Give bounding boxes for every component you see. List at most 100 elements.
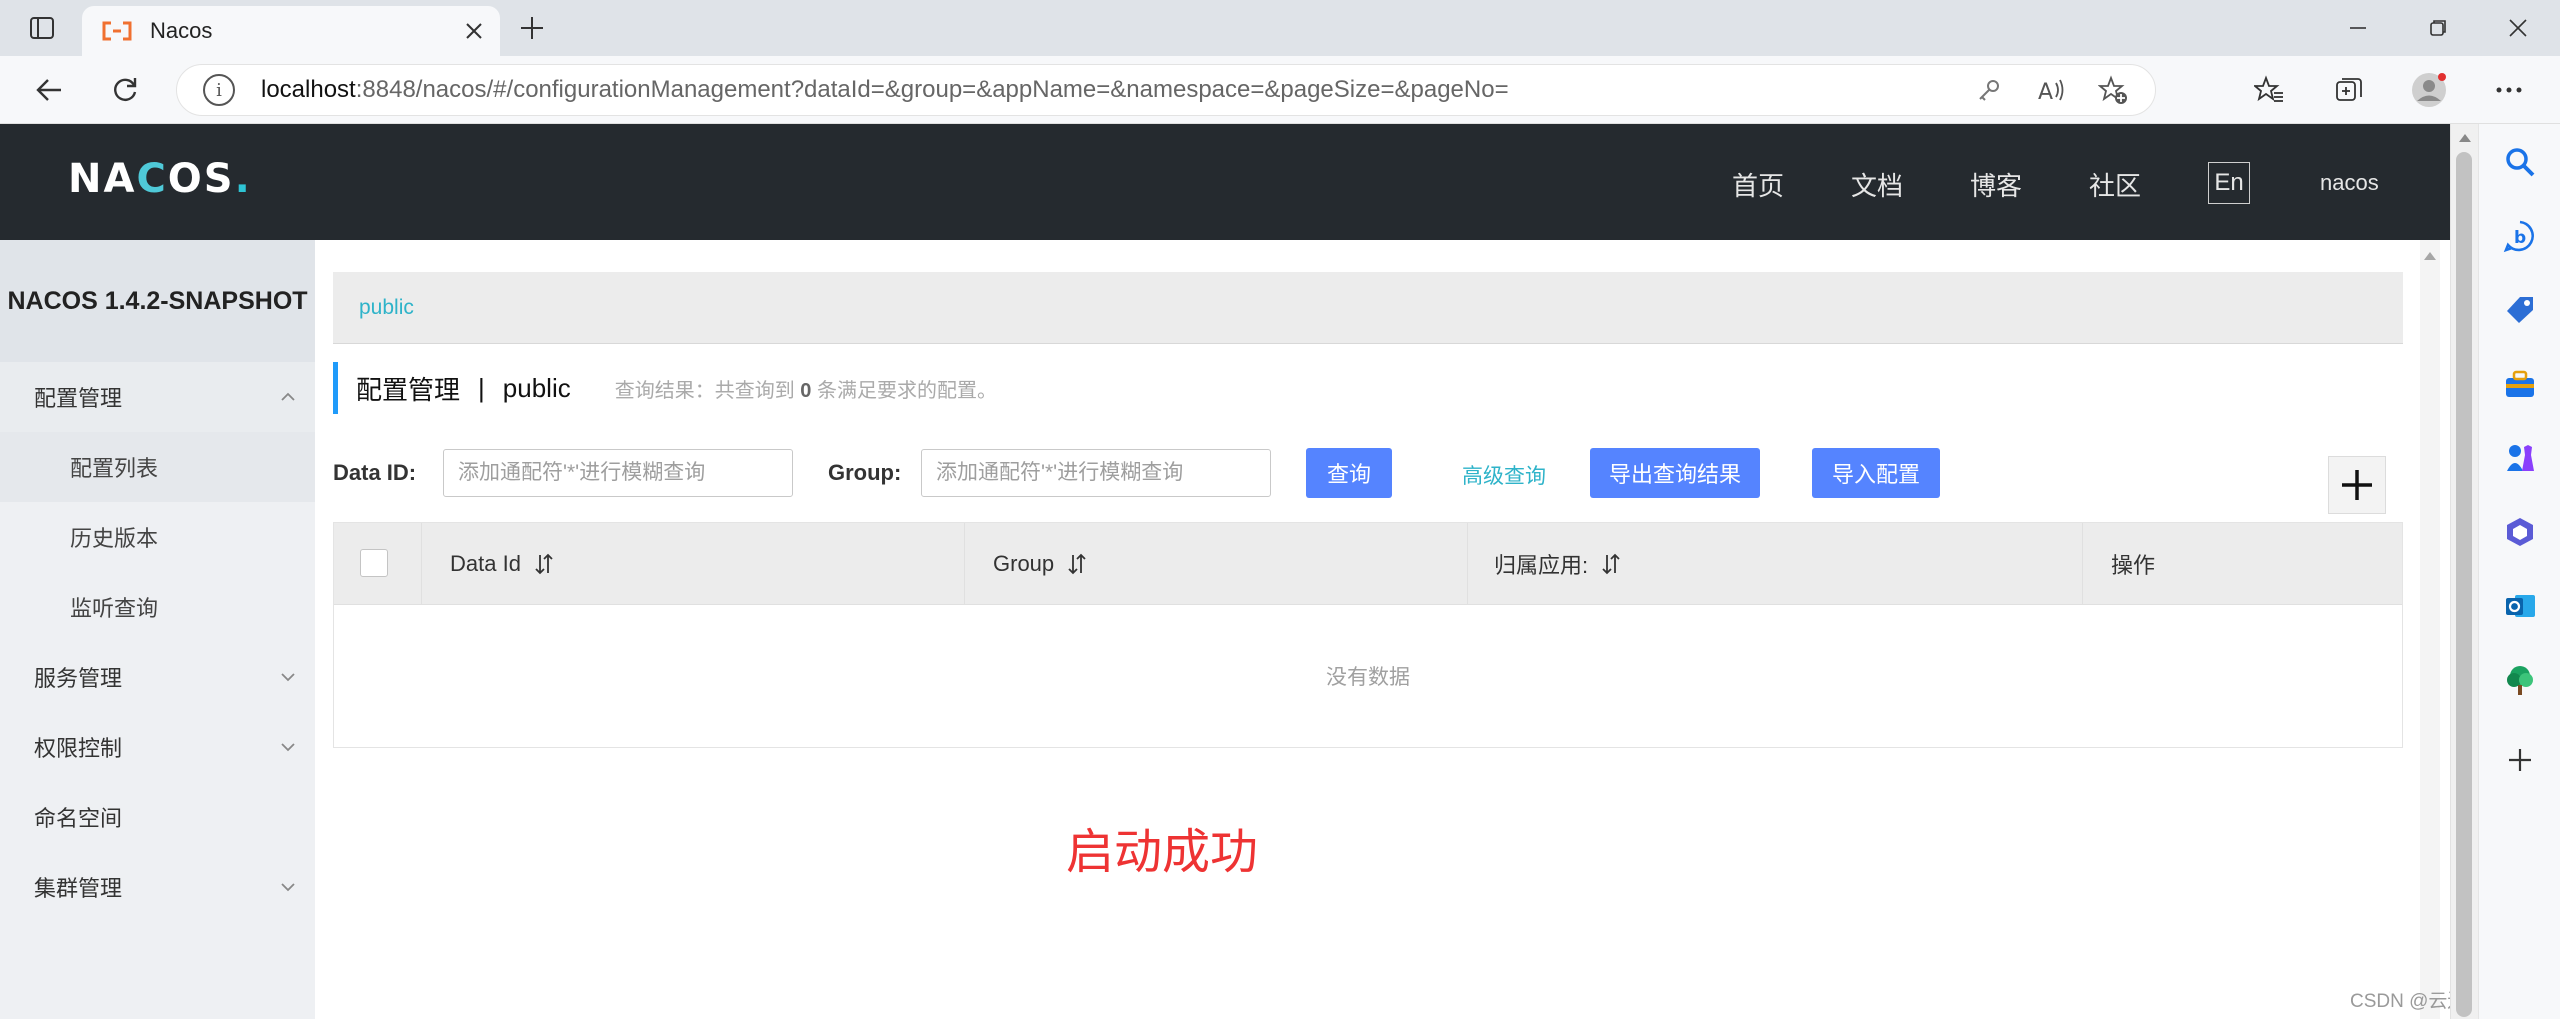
nav-home[interactable]: 首页 [1732, 166, 1784, 203]
add-sidebar-app-icon[interactable] [2500, 740, 2540, 780]
sort-icon[interactable] [1600, 552, 1622, 576]
more-menu-icon[interactable] [2486, 68, 2532, 112]
column-app[interactable]: 归属应用: [1467, 523, 2082, 605]
sidebar: NACOS 1.4.2-SNAPSHOT 配置管理 配置列表 历史版本 监听查询… [0, 240, 315, 1019]
nav-blog[interactable]: 博客 [1970, 166, 2022, 203]
favorites-icon[interactable] [2246, 68, 2292, 112]
dataid-search-input[interactable] [443, 449, 793, 497]
sidebar-item-label: 权限控制 [34, 736, 123, 761]
content-scrollbar[interactable] [2420, 240, 2440, 1019]
chevron-down-icon [281, 673, 295, 682]
export-results-button[interactable]: 导出查询结果 [1590, 448, 1760, 498]
add-config-button[interactable] [2328, 456, 2386, 514]
chevron-up-icon [281, 392, 295, 401]
column-data-id[interactable]: Data Id [421, 523, 964, 605]
reload-icon[interactable] [102, 68, 148, 112]
user-menu[interactable]: nacos [2320, 170, 2379, 196]
logo-text-na: NA [68, 156, 137, 202]
nacos-header: NACOS. 首页 文档 博客 社区 En nacos [0, 124, 2450, 240]
sidebar-item-label: 集群管理 [34, 876, 123, 901]
tools-toolbox-icon[interactable] [2500, 364, 2540, 404]
read-aloud-icon[interactable]: A [2031, 70, 2071, 110]
sidebar-item-label: 服务管理 [34, 666, 123, 691]
language-switch-button[interactable]: En [2208, 162, 2250, 204]
group-label: Group: [828, 460, 902, 485]
sidebar-item-config-management[interactable]: 配置管理 [0, 362, 315, 432]
nav-docs[interactable]: 文档 [1851, 166, 1903, 203]
namespace-public-link[interactable]: public [359, 296, 414, 320]
sort-icon[interactable] [533, 552, 555, 576]
sidebar-item-label: 历史版本 [70, 526, 159, 551]
bing-chat-icon[interactable]: b [2500, 216, 2540, 256]
restore-icon[interactable] [2416, 8, 2460, 48]
nacos-favicon-icon [102, 20, 132, 42]
column-label: 操作 [2111, 553, 2156, 578]
chevron-down-icon [281, 883, 295, 892]
address-bar[interactable]: i localhost:8848/nacos/#/configurationMa… [176, 64, 2156, 116]
back-icon[interactable] [26, 68, 72, 112]
sidebar-item-cluster-management[interactable]: 集群管理 [0, 852, 315, 922]
sidebar-item-label: 命名空间 [34, 806, 123, 831]
site-info-icon[interactable]: i [203, 74, 235, 106]
shopping-tag-icon[interactable] [2500, 290, 2540, 330]
startup-success-annotation: 启动成功 [1066, 826, 1259, 879]
sidebar-item-history[interactable]: 历史版本 [0, 502, 315, 572]
logo-dot: . [234, 156, 252, 202]
sidebar-item-config-list[interactable]: 配置列表 [0, 432, 315, 502]
empty-state: 没有数据 [1326, 666, 1410, 689]
column-actions: 操作 [2082, 523, 2402, 605]
new-tab-icon[interactable] [512, 8, 552, 48]
outlook-icon[interactable] [2500, 586, 2540, 626]
namespace-bar: public [333, 272, 2403, 344]
page-title: 配置管理 [356, 374, 461, 405]
sidebar-item-access-control[interactable]: 权限控制 [0, 712, 315, 782]
close-tab-icon[interactable] [454, 11, 494, 51]
tree-icon[interactable] [2500, 660, 2540, 700]
browser-toolbar: i localhost:8848/nacos/#/configurationMa… [0, 56, 2560, 124]
tab-actions-icon[interactable] [22, 12, 62, 44]
scroll-up-arrow-icon[interactable] [2459, 134, 2471, 142]
page-title-row: 配置管理 | public 查询结果：共查询到 0 条满足要求的配置。 [333, 362, 997, 414]
page-title-namespace: public [502, 372, 571, 403]
config-table: Data Id Group 归属应用: 操作 没有数据 [333, 522, 2403, 748]
close-window-icon[interactable] [2496, 8, 2540, 48]
nacos-logo[interactable]: NACOS. [68, 156, 252, 202]
column-label: Data Id [450, 551, 521, 576]
browser-tab[interactable]: Nacos [82, 6, 500, 56]
version-label: NACOS 1.4.2-SNAPSHOT [0, 240, 315, 362]
browser-tab-bar: Nacos [0, 0, 2560, 56]
sort-icon[interactable] [1066, 552, 1088, 576]
add-favorite-icon[interactable] [2093, 70, 2133, 110]
query-button[interactable]: 查询 [1306, 448, 1392, 498]
sidebar-item-label: 配置列表 [70, 456, 159, 481]
scroll-up-arrow-icon[interactable] [2424, 252, 2436, 260]
office-icon[interactable] [2500, 512, 2540, 552]
result-prefix: 查询结果：共查询到 [614, 379, 795, 402]
edge-sidebar: b [2478, 124, 2560, 1019]
url-host: localhost [261, 76, 356, 103]
sidebar-item-listener-query[interactable]: 监听查询 [0, 572, 315, 642]
sidebar-item-label: 监听查询 [70, 596, 159, 621]
url-text[interactable]: localhost:8848/nacos/#/configurationMana… [261, 76, 1969, 104]
sidebar-item-namespace[interactable]: 命名空间 [0, 782, 315, 852]
games-chess-icon[interactable] [2500, 438, 2540, 478]
sidebar-item-service-management[interactable]: 服务管理 [0, 642, 315, 712]
result-suffix: 条满足要求的配置。 [816, 379, 997, 402]
advanced-query-link[interactable]: 高级查询 [1462, 460, 1546, 490]
nav-community[interactable]: 社区 [2089, 166, 2141, 203]
profile-avatar-icon[interactable] [2406, 68, 2452, 112]
scrollbar-thumb[interactable] [2456, 152, 2472, 1017]
plus-icon [2342, 470, 2372, 500]
select-all-checkbox[interactable] [360, 549, 388, 577]
group-search-input[interactable] [921, 449, 1271, 497]
minimize-icon[interactable] [2336, 8, 2380, 48]
column-label: Group [993, 551, 1055, 576]
collections-icon[interactable] [2326, 68, 2372, 112]
key-icon[interactable] [1969, 70, 2009, 110]
title-separator: | [478, 372, 485, 403]
import-config-button[interactable]: 导入配置 [1812, 448, 1940, 498]
logo-text-os: OS [167, 156, 235, 202]
column-group[interactable]: Group [964, 523, 1467, 605]
page-scrollbar[interactable] [2450, 124, 2478, 1019]
search-icon[interactable] [2500, 142, 2540, 182]
